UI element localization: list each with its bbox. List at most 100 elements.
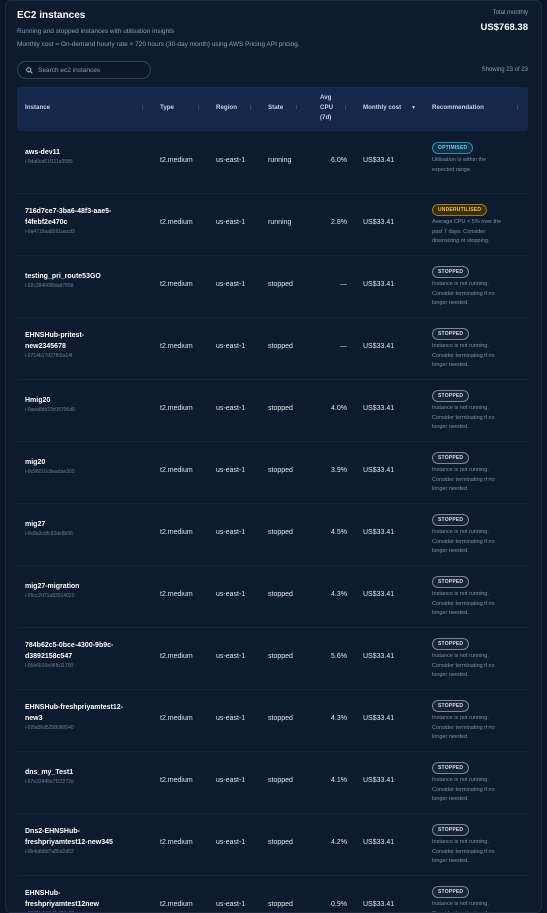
recommendation-text-line: Instance is not running. — [432, 528, 524, 538]
instance-name[interactable]: aws-dev11 — [25, 147, 73, 158]
type-cell: t2.medium — [160, 405, 193, 412]
status-badge: STOPPED — [432, 576, 469, 588]
recommendation-cell: STOPPEDInstance is not running.Consider … — [432, 390, 524, 433]
recommendation-cell: UNDERUTILISEDAverage CPU < 5% over thepa… — [432, 204, 524, 247]
search-input[interactable] — [38, 67, 138, 74]
monthly-cost-cell: US$33.41 — [363, 467, 394, 474]
table-row[interactable]: EHNSHub-freshpriyamtest12newi-0001fc513d… — [17, 875, 528, 913]
region-cell: us-east-1 — [216, 281, 245, 288]
instance-cell: aws-dev11i-0da6ca61f111e3586 — [25, 147, 73, 165]
recommendation-text: Instance is not running.Consider termina… — [432, 280, 524, 309]
ec2-instances-panel: EC2 instances Running and stopped instan… — [5, 0, 542, 913]
search-box[interactable] — [17, 61, 151, 79]
status-badge: STOPPED — [432, 328, 469, 340]
table-row[interactable]: EHNSHub-freshpriyamtest12-new3i-02fa56d5… — [17, 689, 528, 752]
recommendation-text-line: Instance is not running. — [432, 466, 524, 476]
instance-name[interactable]: mig27-migration — [25, 581, 79, 592]
instance-cell: mig20i-0c96016c8eadae300 — [25, 457, 75, 475]
table-row[interactable]: mig27-migrationi-05cc2d71a93314020t2.med… — [17, 565, 528, 628]
avg-cpu-cell: 4.1% — [317, 777, 347, 784]
monthly-cost-cell: US$33.41 — [363, 653, 394, 660]
recommendation-text-line: Consider terminating if no — [432, 786, 524, 796]
recommendation-cell: STOPPEDInstance is not running.Consider … — [432, 886, 524, 913]
monthly-cost-cell: US$33.41 — [363, 157, 394, 164]
table-row[interactable]: mig20i-0c96016c8eadae300t2.mediumus-east… — [17, 441, 528, 504]
instance-name[interactable]: new3 — [25, 713, 123, 724]
instance-id: i-05cc2d71a93314020 — [25, 593, 79, 599]
status-badge: STOPPED — [432, 762, 469, 774]
column-header-avg-cpu[interactable]: Avg CPU (7d) ↕ — [320, 93, 333, 123]
instance-id: i-0b4a8dbf7a85d2d53 — [25, 849, 113, 855]
instance-name[interactable]: EHNSHub-freshpriyamtest12- — [25, 702, 123, 713]
instance-name[interactable]: 784b62c5-0bce-4300-9b9c- — [25, 640, 113, 651]
avg-cpu-cell: 4.2% — [317, 839, 347, 846]
recommendation-text-line: Consider terminating if no — [432, 724, 524, 734]
instance-name[interactable]: freshpriyamtest12-new345 — [25, 837, 113, 848]
table-row[interactable]: aws-dev11i-0da6ca61f111e3586t2.mediumus-… — [17, 131, 528, 194]
column-header-instance[interactable]: Instance ↕ — [25, 104, 50, 111]
recommendation-text-line: Consider terminating if no — [432, 910, 524, 913]
avg-cpu-cell: 6.0% — [317, 157, 347, 164]
recommendation-text-line: Instance is not running. — [432, 714, 524, 724]
avg-cpu-cell: 4.0% — [317, 405, 347, 412]
region-cell: us-east-1 — [216, 839, 245, 846]
table-row[interactable]: testing_pri_route53GOi-02c28466f8dad7858… — [17, 255, 528, 318]
avg-cpu-cell: 5.6% — [317, 653, 347, 660]
avg-cpu-cell: 4.5% — [317, 529, 347, 536]
instance-name[interactable]: mig20 — [25, 457, 75, 468]
state-cell: stopped — [268, 529, 293, 536]
sort-icon: ↕ — [141, 105, 144, 111]
instance-name[interactable]: 716d7ce7-3ba6-48f3-aae5- — [25, 206, 111, 217]
instance-name[interactable]: new2345678 — [25, 341, 84, 352]
state-cell: stopped — [268, 901, 293, 908]
instance-name[interactable]: f4febf2e470c — [25, 217, 111, 228]
recommendation-cell: STOPPEDInstance is not running.Consider … — [432, 576, 524, 619]
instance-name[interactable]: d3892158c547 — [25, 651, 113, 662]
status-badge: STOPPED — [432, 700, 469, 712]
column-header-region[interactable]: Region ↕ — [216, 104, 237, 111]
column-header-monthly-cost[interactable]: Monthly cost ▼ — [363, 104, 401, 111]
recommendation-text-line: longer needed. — [432, 733, 524, 743]
instance-id: i-0c8a3cdfc92de8b96 — [25, 531, 73, 537]
recommendation-text-line: Consider terminating if no — [432, 476, 524, 486]
avg-cpu-cell: 0.9% — [317, 901, 347, 908]
instance-cell: 784b62c5-0bce-4300-9b9c-d3892158c547i-05… — [25, 640, 113, 669]
instance-name[interactable]: dns_my_Test1 — [25, 767, 74, 778]
recommendation-text-line: Consider terminating if no — [432, 848, 524, 858]
recommendation-cell: STOPPEDInstance is not running.Consider … — [432, 762, 524, 805]
region-cell: us-east-1 — [216, 529, 245, 536]
recommendation-text-line: Instance is not running. — [432, 652, 524, 662]
recommendation-text: Instance is not running.Consider termina… — [432, 900, 524, 913]
recommendation-text-line: longer needed. — [432, 857, 524, 867]
sort-icon: ↕ — [197, 105, 200, 111]
instance-name[interactable]: Hmig20 — [25, 395, 75, 406]
table-row[interactable]: 784b62c5-0bce-4300-9b9c-d3892158c547i-05… — [17, 627, 528, 690]
column-header-recommendation[interactable]: Recommendation ↕ — [432, 104, 484, 111]
type-cell: t2.medium — [160, 777, 193, 784]
table-row[interactable]: EHNSHub-pritest-new2345678i-0714b17d27f6… — [17, 317, 528, 380]
table-row[interactable]: mig27i-0c8a3cdfc92de8b96 t2.medium us-east… — [17, 503, 528, 566]
instance-name[interactable]: EHNSHub-pritest- — [25, 330, 84, 341]
instance-name[interactable]: EHNSHub- — [25, 888, 99, 899]
table-row[interactable]: Hmig20i-0aea8db23c05706d8t2.mediumus-eas… — [17, 379, 528, 442]
instance-name[interactable]: testing_pri_route53GO — [25, 271, 101, 282]
type-cell: t2.medium — [160, 467, 193, 474]
recommendation-cell: OPTIMISEDUtilisation is within theexpect… — [432, 142, 524, 175]
instance-name[interactable]: freshpriyamtest12new — [25, 899, 99, 910]
column-header-state[interactable]: State ↕ — [268, 104, 283, 111]
monthly-cost-cell: US$33.41 — [363, 901, 394, 908]
table-row[interactable]: 716d7ce7-3ba6-48f3-aae5-f4febf2e470ci-0a… — [17, 193, 528, 256]
sort-desc-icon: ▼ — [411, 105, 416, 111]
state-cell: stopped — [268, 405, 293, 412]
type-cell: t2.medium — [160, 281, 193, 288]
type-cell: t2.medium — [160, 529, 193, 536]
recommendation-text-line: Consider terminating if no — [432, 414, 524, 424]
instance-cell: EHNSHub-freshpriyamtest12newi-0001fc513d… — [25, 888, 99, 913]
recommendation-text: Instance is not running.Consider termina… — [432, 404, 524, 433]
monthly-cost-cell: US$33.41 — [363, 839, 394, 846]
table-row[interactable]: Dns2-EHNSHub-freshpriyamtest12-new345i-0… — [17, 813, 528, 876]
instance-name[interactable]: mig27 — [25, 519, 73, 530]
instance-name[interactable]: Dns2-EHNSHub- — [25, 826, 113, 837]
column-header-type[interactable]: Type ↕ — [160, 104, 174, 111]
table-row[interactable]: dns_my_Test1i-07e32445e7f22272dt2.medium… — [17, 751, 528, 814]
